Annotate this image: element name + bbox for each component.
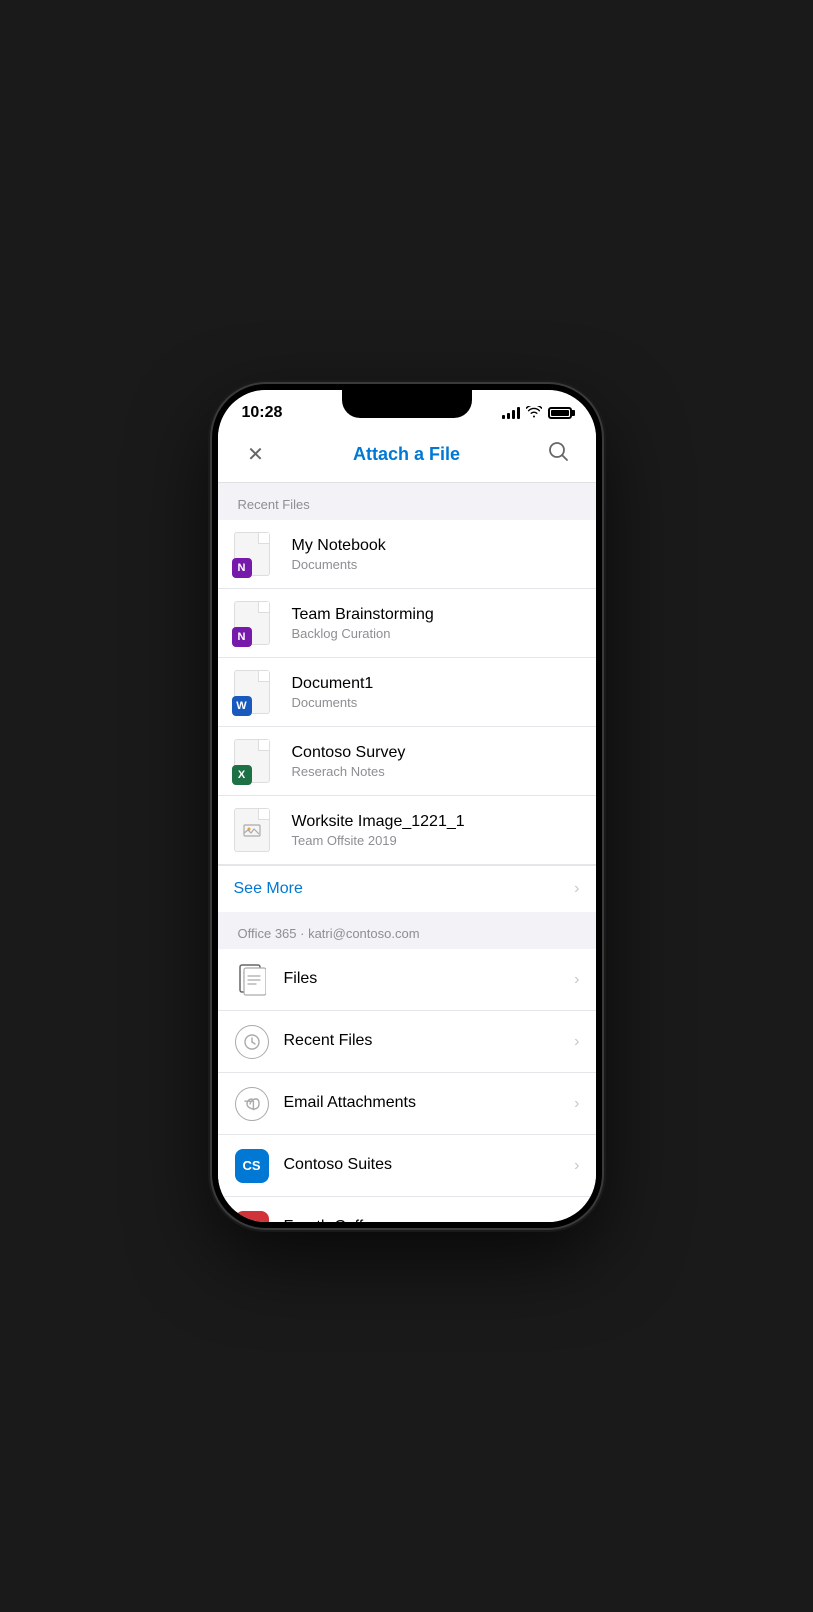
- fourth-coffee-icon: FC: [234, 1210, 270, 1223]
- status-bar: 10:28: [218, 390, 596, 430]
- close-button[interactable]: ✕: [238, 442, 274, 467]
- see-more-label: See More: [234, 880, 303, 898]
- status-icons: [502, 406, 572, 421]
- item-title: Team Brainstorming: [292, 606, 580, 624]
- chevron-right-icon: ›: [574, 1033, 579, 1051]
- list-item[interactable]: W Document1 Documents: [218, 658, 596, 727]
- storage-item-fourth-coffee[interactable]: FC Fourth Coffee ›: [218, 1197, 596, 1222]
- storage-list: Files ›: [218, 949, 596, 1222]
- signal-icon: [502, 407, 520, 419]
- phone-frame: 10:28: [212, 384, 602, 1228]
- item-subtitle: Team Offsite 2019: [292, 833, 580, 848]
- item-text: Fourth Coffee: [284, 1218, 567, 1223]
- recent-files-list: N My Notebook Documents N Team Brainstor…: [218, 520, 596, 912]
- chevron-right-icon: ›: [574, 880, 579, 898]
- item-text: Team Brainstorming Backlog Curation: [292, 606, 580, 641]
- wifi-icon: [526, 406, 542, 421]
- item-text: Worksite Image_1221_1 Team Offsite 2019: [292, 813, 580, 848]
- item-text: Email Attachments: [284, 1094, 567, 1114]
- list-item[interactable]: N My Notebook Documents: [218, 520, 596, 589]
- recent-files-header: Recent Files: [218, 483, 596, 520]
- chevron-right-icon: ›: [574, 1095, 579, 1113]
- item-title: My Notebook: [292, 537, 580, 555]
- list-item[interactable]: N Team Brainstorming Backlog Curation: [218, 589, 596, 658]
- battery-icon: [548, 407, 572, 419]
- storage-item-recent[interactable]: Recent Files ›: [218, 1011, 596, 1073]
- storage-header: Office 365 · katri@contoso.com: [218, 912, 596, 949]
- item-text: Contoso Survey Reserach Notes: [292, 744, 580, 779]
- recent-files-icon: [234, 1024, 270, 1060]
- item-text: Files: [284, 970, 567, 990]
- list-item[interactable]: X Contoso Survey Reserach Notes: [218, 727, 596, 796]
- file-icon-image: [234, 808, 278, 852]
- item-subtitle: Reserach Notes: [292, 764, 580, 779]
- cs-badge: CS: [235, 1149, 269, 1183]
- item-text: Recent Files: [284, 1032, 567, 1052]
- item-title: Fourth Coffee: [284, 1218, 567, 1223]
- storage-item-contoso-suites[interactable]: CS Contoso Suites ›: [218, 1135, 596, 1197]
- item-subtitle: Documents: [292, 557, 580, 572]
- chevron-right-icon: ›: [574, 1157, 579, 1175]
- item-title: Contoso Suites: [284, 1156, 567, 1174]
- file-icon-word: W: [234, 670, 278, 714]
- item-title: Worksite Image_1221_1: [292, 813, 580, 831]
- chevron-right-icon: ›: [574, 971, 579, 989]
- fc-badge: FC: [235, 1211, 269, 1223]
- item-subtitle: Backlog Curation: [292, 626, 580, 641]
- file-icon-excel: X: [234, 739, 278, 783]
- storage-item-email[interactable]: Email Attachments ›: [218, 1073, 596, 1135]
- item-subtitle: Documents: [292, 695, 580, 710]
- item-title: Recent Files: [284, 1032, 567, 1050]
- notch: [342, 390, 472, 418]
- file-icon-onenote-2: N: [234, 601, 278, 645]
- status-time: 10:28: [242, 404, 283, 422]
- nav-bar: ✕ Attach a File: [218, 430, 596, 483]
- file-icon-onenote-1: N: [234, 532, 278, 576]
- storage-item-files[interactable]: Files ›: [218, 949, 596, 1011]
- search-button[interactable]: [540, 440, 576, 468]
- contoso-suites-icon: CS: [234, 1148, 270, 1184]
- files-icon: [234, 962, 270, 998]
- item-text: Contoso Suites: [284, 1156, 567, 1176]
- item-title: Document1: [292, 675, 580, 693]
- item-title: Files: [284, 970, 567, 988]
- see-more-button[interactable]: See More ›: [218, 865, 596, 912]
- email-attachments-icon: [234, 1086, 270, 1122]
- page-title: Attach a File: [353, 444, 460, 465]
- item-title: Contoso Survey: [292, 744, 580, 762]
- screen: 10:28: [218, 390, 596, 1222]
- item-title: Email Attachments: [284, 1094, 567, 1112]
- item-text: Document1 Documents: [292, 675, 580, 710]
- list-item[interactable]: Worksite Image_1221_1 Team Offsite 2019: [218, 796, 596, 865]
- chevron-right-icon: ›: [574, 1219, 579, 1223]
- content-area: Recent Files N My Notebook Documents: [218, 483, 596, 1222]
- item-text: My Notebook Documents: [292, 537, 580, 572]
